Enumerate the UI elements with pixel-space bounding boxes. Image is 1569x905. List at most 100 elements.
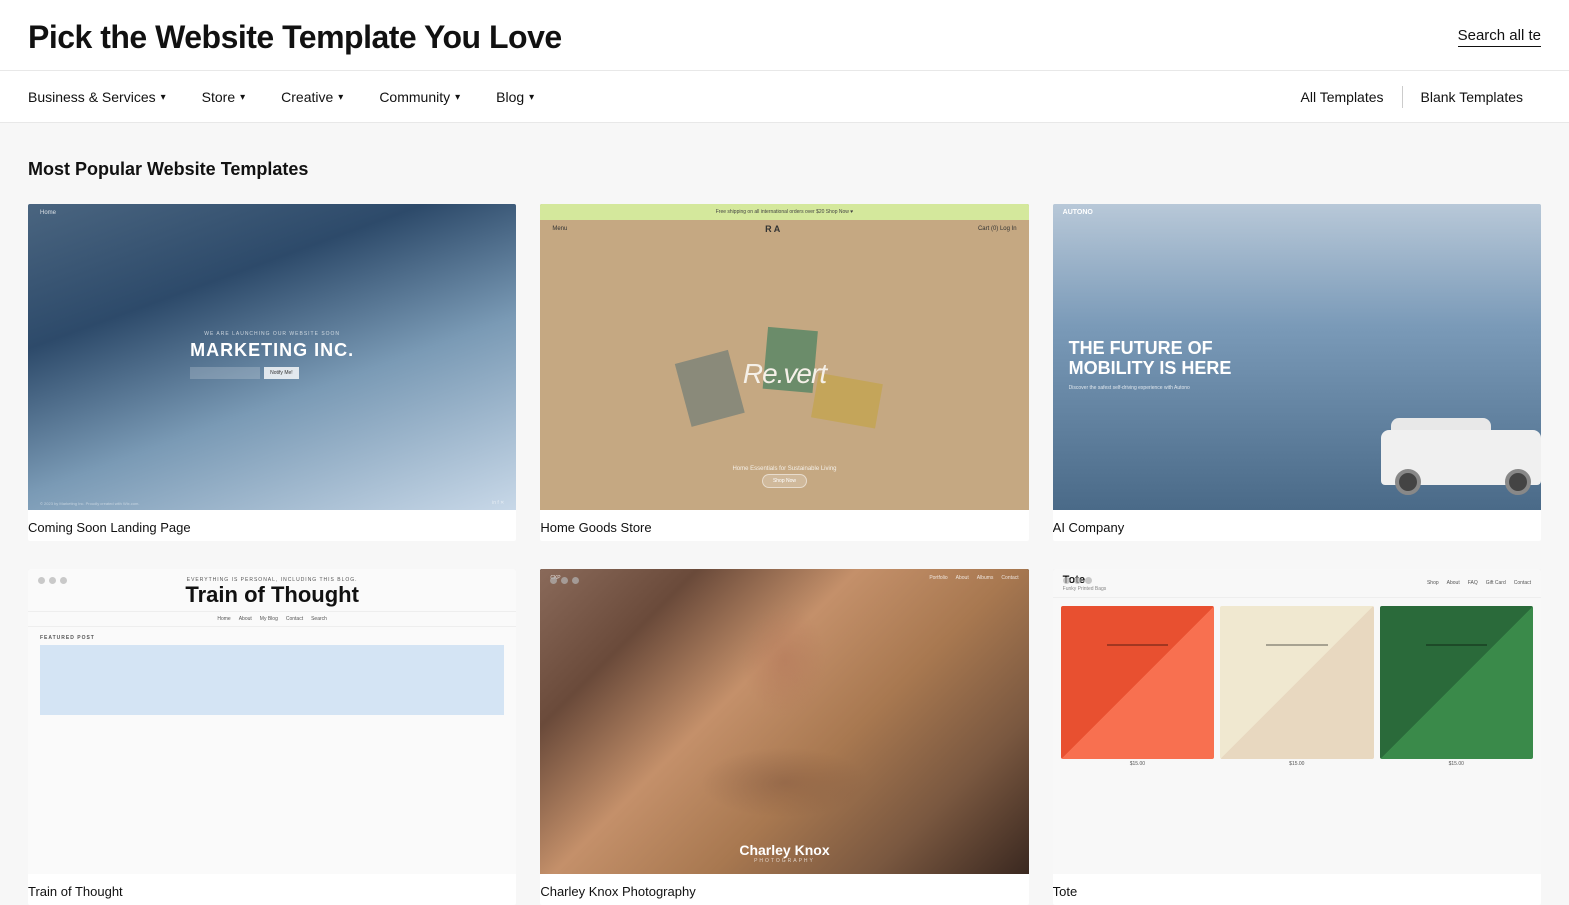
page-title: Pick the Website Template You Love bbox=[28, 18, 562, 56]
nav-all-templates[interactable]: All Templates bbox=[1283, 71, 1402, 123]
tote-products: $15.00 $15.00 $15.00 bbox=[1053, 598, 1541, 874]
preview-menubar: Menu R A Cart (0) Log In bbox=[540, 220, 1028, 238]
search-underline bbox=[1458, 46, 1541, 47]
tote-nav-giftcard: Gift Card bbox=[1486, 580, 1506, 586]
tote-price-2: $15.00 bbox=[1289, 761, 1304, 767]
blog-nav-about: About bbox=[239, 616, 252, 622]
template-preview-train: EVERYTHING IS PERSONAL, INCLUDING THIS B… bbox=[28, 569, 516, 874]
preview-blog-header: EVERYTHING IS PERSONAL, INCLUDING THIS B… bbox=[28, 569, 516, 612]
template-card-train-of-thought[interactable]: EVERYTHING IS PERSONAL, INCLUDING THIS B… bbox=[28, 569, 516, 905]
preview-autono-nav: AUTONO bbox=[1053, 204, 1541, 220]
preview-nav: Home bbox=[28, 204, 516, 222]
template-name-coming-soon: Coming Soon Landing Page bbox=[28, 510, 516, 541]
tote-handle-1 bbox=[1107, 644, 1168, 690]
preview-car bbox=[1351, 415, 1541, 495]
tote-product-1: $15.00 bbox=[1061, 606, 1214, 866]
tote-image-1 bbox=[1061, 606, 1214, 759]
template-card-coming-soon[interactable]: Home WE ARE LAUNCHING OUR WEBSITE SOON M… bbox=[28, 204, 516, 540]
template-card-charley-knox[interactable]: CKP Portfolio About Albums Contact Charl… bbox=[540, 569, 1028, 905]
template-card-tote[interactable]: Tote Funky Printed Bags Shop About FAQ G… bbox=[1053, 569, 1541, 905]
chevron-down-icon: ▾ bbox=[529, 92, 534, 103]
tote-nav-faq: FAQ bbox=[1468, 580, 1478, 586]
template-card-home-goods[interactable]: Free shipping on all international order… bbox=[540, 204, 1028, 540]
preview-featured-label: FEATURED POST bbox=[40, 635, 504, 641]
dot-yellow bbox=[1074, 577, 1081, 584]
preview-topbar: Free shipping on all international order… bbox=[540, 204, 1028, 220]
preview-photo-nav: CKP Portfolio About Albums Contact bbox=[540, 569, 1028, 587]
tote-nav-contact: Contact bbox=[1514, 580, 1531, 586]
tote-preview: Tote Funky Printed Bags Shop About FAQ G… bbox=[1053, 569, 1541, 874]
dot-yellow bbox=[49, 577, 56, 584]
preview-shop-btn: Shop Now bbox=[762, 474, 807, 488]
dot-red bbox=[550, 577, 557, 584]
template-preview-ai: AUTONO THE FUTURE OF MOBILITY IS HERE Di… bbox=[1053, 204, 1541, 509]
photographer-name: Charley Knox bbox=[550, 842, 1018, 858]
preview-email-input bbox=[190, 367, 260, 379]
tote-price-3: $15.00 bbox=[1449, 761, 1464, 767]
nav-community[interactable]: Community ▾ bbox=[361, 71, 478, 123]
preview-menu-right: Cart (0) Log In bbox=[978, 226, 1017, 232]
preview-blog-nav: Home About My Blog Contact Search bbox=[28, 612, 516, 627]
blog-nav-blog: My Blog bbox=[260, 616, 278, 622]
template-name-ai: AI Company bbox=[1053, 510, 1541, 541]
template-name-home-goods: Home Goods Store bbox=[540, 510, 1028, 541]
photo-nav-contact: Contact bbox=[1001, 575, 1018, 581]
photo-nav-links: Portfolio About Albums Contact bbox=[929, 575, 1018, 581]
preview-footer: © 2023 by Marketing Inc. Proudly created… bbox=[28, 496, 516, 510]
chevron-down-icon: ▾ bbox=[240, 92, 245, 103]
preview-blog-title: Train of Thought bbox=[40, 583, 504, 607]
window-dots bbox=[38, 577, 67, 584]
tote-nav-links: Shop About FAQ Gift Card Contact bbox=[1427, 580, 1531, 586]
main-content: Most Popular Website Templates Home WE A… bbox=[0, 123, 1569, 904]
preview-subtitle: Home Essentials for Sustainable Living bbox=[540, 466, 1028, 472]
nav-creative[interactable]: Creative ▾ bbox=[263, 71, 361, 123]
tote-nav-about: About bbox=[1447, 580, 1460, 586]
preview-brand: R A bbox=[765, 224, 780, 234]
template-preview-coming-soon: Home WE ARE LAUNCHING OUR WEBSITE SOON M… bbox=[28, 204, 516, 509]
photographer-sub: PHOTOGRAPHY bbox=[550, 858, 1018, 864]
template-preview-tote: Tote Funky Printed Bags Shop About FAQ G… bbox=[1053, 569, 1541, 874]
preview-big-title: MARKETING INC. bbox=[190, 341, 354, 359]
tote-handle-2 bbox=[1266, 644, 1327, 690]
train-preview: EVERYTHING IS PERSONAL, INCLUDING THIS B… bbox=[28, 569, 516, 874]
template-name-charley: Charley Knox Photography bbox=[540, 874, 1028, 905]
template-preview-charley: CKP Portfolio About Albums Contact Charl… bbox=[540, 569, 1028, 874]
search-area[interactable]: Search all te bbox=[1458, 27, 1541, 47]
nav-right: All Templates Blank Templates bbox=[1283, 71, 1541, 123]
preview-ai-sub: Discover the safest self-driving experie… bbox=[1069, 385, 1297, 391]
dot-green bbox=[572, 577, 579, 584]
chevron-down-icon: ▾ bbox=[455, 92, 460, 103]
nav-business-services[interactable]: Business & Services ▾ bbox=[28, 71, 184, 123]
window-dots bbox=[550, 577, 579, 584]
search-all-link[interactable]: Search all te bbox=[1458, 27, 1541, 44]
preview-copyright: © 2023 by Marketing Inc. Proudly created… bbox=[40, 501, 139, 506]
tote-nav-shop: Shop bbox=[1427, 580, 1439, 586]
preview-tote-nav: Tote Funky Printed Bags Shop About FAQ G… bbox=[1053, 569, 1541, 598]
template-name-train: Train of Thought bbox=[28, 874, 516, 905]
blog-nav-search: Search bbox=[311, 616, 327, 622]
preview-content: WE ARE LAUNCHING OUR WEBSITE SOON MARKET… bbox=[190, 331, 354, 383]
tote-image-3 bbox=[1380, 606, 1533, 759]
section-title: Most Popular Website Templates bbox=[28, 159, 1541, 180]
preview-ai-heading: THE FUTURE OF MOBILITY IS HERE bbox=[1069, 339, 1320, 379]
coming-soon-preview: Home WE ARE LAUNCHING OUR WEBSITE SOON M… bbox=[28, 204, 516, 509]
preview-eyebrow: WE ARE LAUNCHING OUR WEBSITE SOON bbox=[190, 331, 354, 337]
nav-store[interactable]: Store ▾ bbox=[184, 71, 264, 123]
photo-nav-portfolio: Portfolio bbox=[929, 575, 947, 581]
preview-notify-btn: Notify Me! bbox=[264, 367, 299, 379]
nav-blog[interactable]: Blog ▾ bbox=[478, 71, 552, 123]
home-goods-preview: Free shipping on all international order… bbox=[540, 204, 1028, 509]
dot-green bbox=[60, 577, 67, 584]
blog-nav-home: Home bbox=[217, 616, 230, 622]
preview-blog-content: FEATURED POST bbox=[28, 627, 516, 874]
template-grid: Home WE ARE LAUNCHING OUR WEBSITE SOON M… bbox=[28, 204, 1541, 904]
car-wheel-left bbox=[1395, 469, 1421, 495]
nav-blank-templates[interactable]: Blank Templates bbox=[1403, 71, 1541, 123]
template-card-ai-company[interactable]: AUTONO THE FUTURE OF MOBILITY IS HERE Di… bbox=[1053, 204, 1541, 540]
tote-price-1: $15.00 bbox=[1130, 761, 1145, 767]
preview-photographer-details: Charley Knox PHOTOGRAPHY bbox=[540, 832, 1028, 874]
chevron-down-icon: ▾ bbox=[338, 92, 343, 103]
photo-nav-albums: Albums bbox=[977, 575, 994, 581]
template-preview-home-goods: Free shipping on all international order… bbox=[540, 204, 1028, 509]
tote-sub: Funky Printed Bags bbox=[1063, 586, 1107, 592]
